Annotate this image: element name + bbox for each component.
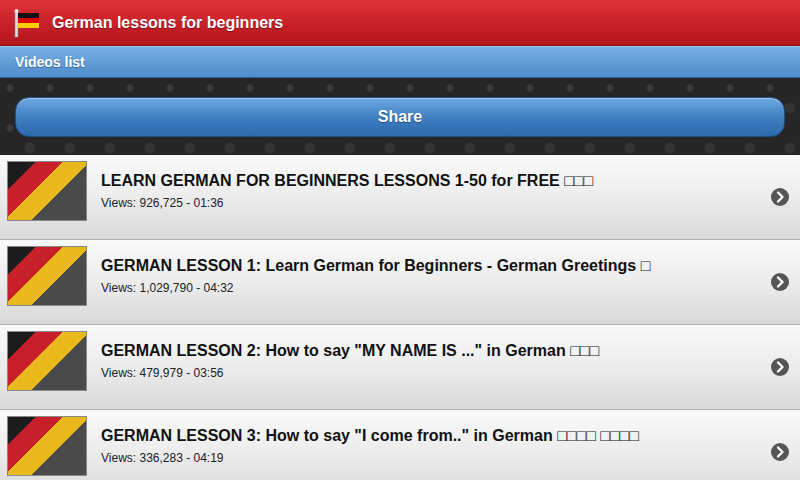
video-title[interactable]: LEARN GERMAN FOR BEGINNERS LESSONS 1-50 … [101, 171, 762, 191]
chevron-right-icon[interactable] [770, 357, 790, 377]
video-list: LEARN GERMAN FOR BEGINNERS LESSONS 1-50 … [0, 155, 800, 480]
video-meta: Views: 336,283 - 04:19 [101, 449, 762, 467]
video-info: GERMAN LESSON 1: Learn German for Beginn… [87, 246, 770, 306]
section-bar: Videos list [0, 46, 800, 78]
video-thumbnail[interactable] [7, 161, 87, 221]
video-row[interactable]: GERMAN LESSON 1: Learn German for Beginn… [0, 240, 800, 325]
video-title[interactable]: GERMAN LESSON 2: How to say "MY NAME IS … [101, 341, 762, 361]
share-panel: Share [0, 78, 800, 155]
flag-icon [12, 8, 42, 38]
video-info: GERMAN LESSON 3: How to say "I come from… [87, 416, 770, 476]
video-thumbnail[interactable] [7, 331, 87, 391]
chevron-right-icon[interactable] [770, 442, 790, 462]
video-meta: Views: 926,725 - 01:36 [101, 194, 762, 212]
chevron-right-icon[interactable] [770, 187, 790, 207]
section-title: Videos list [15, 52, 85, 73]
video-meta: Views: 479,979 - 03:56 [101, 364, 762, 382]
app-title: German lessons for beginners [52, 11, 283, 35]
video-title[interactable]: GERMAN LESSON 3: How to say "I come from… [101, 426, 762, 446]
video-row[interactable]: GERMAN LESSON 2: How to say "MY NAME IS … [0, 325, 800, 410]
video-row[interactable]: GERMAN LESSON 3: How to say "I come from… [0, 410, 800, 480]
video-row[interactable]: LEARN GERMAN FOR BEGINNERS LESSONS 1-50 … [0, 155, 800, 240]
video-info: GERMAN LESSON 2: How to say "MY NAME IS … [87, 331, 770, 391]
app-bar: German lessons for beginners [0, 0, 800, 46]
chevron-right-icon[interactable] [770, 272, 790, 292]
video-meta: Views: 1,029,790 - 04:32 [101, 279, 762, 297]
video-thumbnail[interactable] [7, 416, 87, 476]
video-thumbnail[interactable] [7, 246, 87, 306]
video-title[interactable]: GERMAN LESSON 1: Learn German for Beginn… [101, 256, 762, 276]
video-info: LEARN GERMAN FOR BEGINNERS LESSONS 1-50 … [87, 161, 770, 221]
share-button[interactable]: Share [15, 97, 785, 137]
